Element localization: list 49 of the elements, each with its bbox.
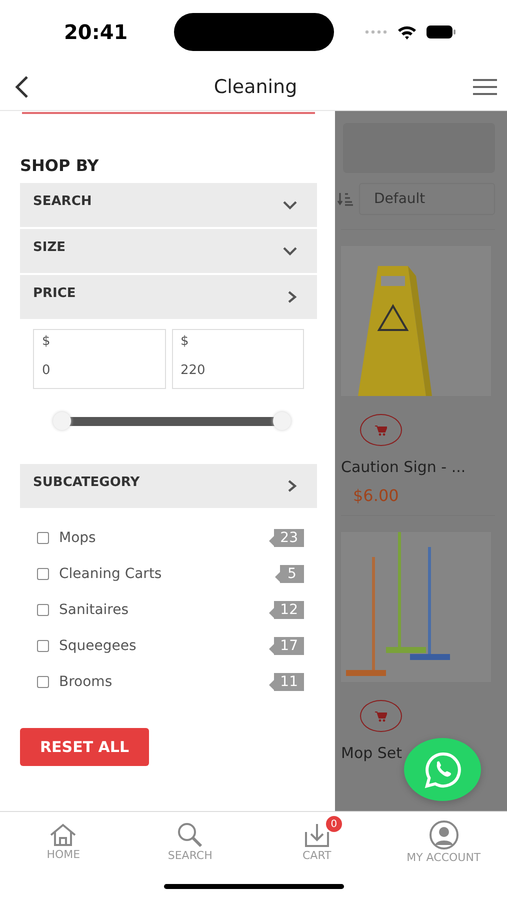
filter-section-header[interactable]: SEARCH (20, 183, 317, 227)
filter-heading: SHOP BY (20, 156, 100, 175)
cart-icon (375, 710, 387, 722)
slider-handle[interactable] (273, 412, 291, 430)
wifi-icon (397, 24, 417, 40)
max-price-field[interactable]: $ 220 (172, 329, 304, 389)
input-field[interactable] (22, 111, 315, 114)
subcategory-label[interactable]: Cleaning Carts (59, 566, 275, 582)
checkbox[interactable] (37, 604, 49, 616)
checkbox[interactable] (37, 568, 49, 580)
search-icon (176, 822, 204, 848)
subcategory-label[interactable]: Sanitaires (59, 602, 270, 618)
battery-icon (426, 25, 456, 39)
product-price: $6.00 (353, 486, 399, 505)
sort-icon[interactable] (337, 192, 353, 206)
add-to-cart-button[interactable] (360, 414, 402, 446)
min-price-field[interactable]: $ 0 (33, 329, 166, 389)
subcategory-label[interactable]: Brooms (59, 674, 270, 690)
signal-icon (364, 30, 388, 34)
download-tray-icon (304, 822, 330, 848)
add-to-cart-button[interactable] (360, 700, 402, 732)
cart-icon (375, 424, 387, 436)
back-icon[interactable] (14, 75, 30, 99)
status-time: 20:41 (64, 20, 129, 44)
filter-section-header[interactable]: SIZE (20, 229, 317, 273)
count-badge: 23 (269, 529, 304, 547)
checkbox[interactable] (37, 532, 49, 544)
count-badge: 17 (269, 637, 304, 655)
nav-tab[interactable]: 0 CART (254, 812, 380, 872)
price-slider[interactable] (53, 412, 291, 431)
menu-icon[interactable] (473, 78, 497, 96)
count-badge: 12 (269, 601, 304, 619)
count-badge: 5 (275, 565, 304, 583)
checkbox[interactable] (37, 640, 49, 652)
subcategory-label[interactable]: Mops (59, 530, 270, 546)
filter-section-header[interactable]: SUBCATEGORY (20, 464, 317, 508)
product-name[interactable]: Caution Sign - ... (341, 458, 466, 476)
page-title: Cleaning (214, 76, 298, 98)
reset-button[interactable]: RESET ALL (20, 728, 150, 766)
checkbox[interactable] (37, 676, 49, 688)
account-icon (428, 820, 459, 850)
filter-section-header[interactable]: PRICE (20, 275, 317, 319)
home-icon (49, 823, 78, 847)
count-badge: 11 (269, 673, 304, 691)
cart-count-badge: 0 (326, 816, 342, 832)
phone-bubble-icon (424, 750, 462, 788)
subcategory-label[interactable]: Squeegees (59, 638, 270, 654)
slider-handle[interactable] (53, 412, 71, 430)
product-name[interactable]: Mop Set (341, 744, 402, 762)
